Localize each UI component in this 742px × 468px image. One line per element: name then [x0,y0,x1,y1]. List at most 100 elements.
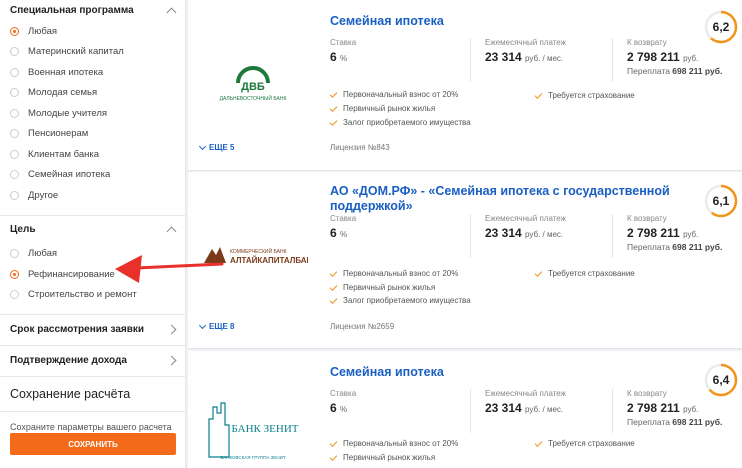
bank-logo-altaicapital[interactable]: КОММЕРЧЕСКИЙ БАНК АЛТАЙКАПИТАЛБАНК [188,238,318,274]
filter-special-program-header[interactable]: Специальная программа [0,0,185,20]
svg-text:БАНКОВСКАЯ ГРУППА ЗЕНИТ: БАНКОВСКАЯ ГРУППА ЗЕНИТ [220,455,286,460]
radio-icon [10,269,19,279]
rating-value: 6,2 [713,20,730,34]
radio-icon [10,26,19,36]
bank-logo-zenit[interactable]: БАНК ЗЕНИТ БАНКОВСКАЯ ГРУППА ЗЕНИТ [188,397,318,467]
radio-special-young-teachers[interactable]: Молодые учителя [10,103,175,124]
overpay-value: 698 211 руб. [672,242,723,252]
radio-special-family-mortgage[interactable]: Семейная ипотека [10,165,175,186]
more-offers-link[interactable]: ЕЩЕ 5 [198,142,235,152]
save-button[interactable]: Сохранить [10,433,176,455]
offer-monthly-payment: Ежемесячный платеж 23 314 руб. / мес. [485,214,566,240]
rate-unit: % [340,54,348,63]
radio-label: Пенсионерам [28,128,89,140]
bank-license: Лицензия №2659 [330,322,395,331]
feature-text: Требуется страхование [548,269,635,278]
repay-unit: руб. [683,405,699,414]
radio-goal-any[interactable]: Любая [10,244,175,265]
chevron-right-icon [166,324,177,334]
offer-total-repay: К возврату 2 798 211 руб. Переплата 698 … [627,214,722,252]
offer-rate: Ставка 6 % [330,214,356,240]
offer-rate: Ставка 6 % [330,389,356,415]
repay-value: 2 798 211 [627,401,680,415]
offer-title-link[interactable]: АО «ДОМ.РФ» - «Семейная ипотека с госуда… [330,184,690,214]
filter-review-term[interactable]: Срок рассмотрения заявки [0,315,185,343]
check-icon [329,438,338,447]
radio-label: Строительство и ремонт [28,289,137,301]
radio-label: Другое [28,189,59,201]
feature-text: Требуется страхование [548,439,635,448]
radio-label: Рефинансирование [28,268,115,280]
feature-text: Первоначальный взнос от 20% [343,439,459,448]
radio-goal-refinancing[interactable]: Рефинансирование [10,264,175,285]
radio-special-other[interactable]: Другое [10,185,175,206]
more-offers-link[interactable]: ЕЩЕ 8 [198,321,235,331]
check-icon [329,282,338,291]
bank-logo-dvb[interactable]: ДВБ ДАЛЬНЕВОСТОЧНЫЙ БАНК [188,58,318,108]
divider [470,389,471,433]
filter-income-proof[interactable]: Подтверждение дохода [0,346,185,374]
payment-unit: руб. / мес. [525,230,564,239]
feature-text: Первичный рынок жилья [343,104,436,113]
chevron-down-icon [198,321,207,329]
svg-text:БАНК ЗЕНИТ: БАНК ЗЕНИТ [232,423,299,435]
radio-special-bank-clients[interactable]: Клиентам банка [10,144,175,165]
repay-label: К возврату [627,38,667,47]
save-calculation-text: Сохраните параметры вашего расчета [10,422,172,432]
radio-goal-construction[interactable]: Строительство и ремонт [10,285,175,306]
overpay-label: Переплата [627,417,670,427]
offer-feature: Первичный рынок жилья [329,103,436,113]
check-icon [329,89,338,98]
rating-badge: 6,1 [704,184,738,218]
offer-title-link[interactable]: Семейная ипотека [330,14,690,29]
radio-special-young-family[interactable]: Молодая семья [10,83,175,104]
divider [612,389,613,433]
radio-special-pensioners[interactable]: Пенсионерам [10,124,175,145]
goal-options: Любая Рефинансирование Строительство и р… [0,244,185,306]
filter-goal-title: Цель [10,224,36,235]
radio-label: Молодые учителя [28,107,108,119]
offer-feature: Требуется страхование [534,90,635,100]
rate-unit: % [340,405,348,414]
repay-unit: руб. [683,230,699,239]
radio-icon [10,170,19,180]
radio-label: Любая [28,248,58,260]
filter-review-term-title: Срок рассмотрения заявки [10,323,145,335]
radio-icon [10,249,19,259]
divider [612,38,613,82]
rate-label: Ставка [330,214,357,223]
radio-icon [10,190,19,200]
rate-unit: % [340,230,348,239]
special-program-options: Любая Материнский капитал Военная ипотек… [0,21,185,206]
rating-value: 6,4 [713,373,730,387]
rating-badge: 6,2 [704,10,738,44]
offer-rate: Ставка 6 % [330,38,356,64]
radio-label: Любая [28,25,58,37]
offer-feature: Первичный рынок жилья [329,282,435,292]
offer-title-link[interactable]: Семейная ипотека [330,365,690,380]
feature-text: Залог приобретаемого имущества [343,118,471,127]
offer-feature: Первоначальный взнос от 20% [329,438,459,448]
check-icon [534,90,543,99]
feature-text: Требуется страхование [548,91,635,100]
feature-text: Первоначальный взнос от 20% [343,90,459,99]
radio-special-any[interactable]: Любая [10,21,175,42]
payment-label: Ежемесячный платеж [485,389,567,398]
offer-total-repay: К возврату 2 798 211 руб. Переплата 698 … [627,389,722,427]
check-icon [534,438,543,447]
radio-label: Молодая семья [28,87,98,99]
repay-value: 2 798 211 [627,226,680,240]
filter-goal-header[interactable]: Цель [0,216,185,244]
radio-special-military[interactable]: Военная ипотека [10,62,175,83]
chevron-up-icon [166,7,177,17]
offer-monthly-payment: Ежемесячный платеж 23 314 руб. / мес. [485,38,566,64]
more-label: ЕЩЕ 8 [209,322,235,331]
divider [0,411,185,412]
rating-badge: 6,4 [704,363,738,397]
radio-special-maternity-capital[interactable]: Материнский капитал [10,42,175,63]
rate-value: 6 [330,50,337,64]
repay-unit: руб. [683,54,699,63]
payment-value: 23 314 [485,50,522,64]
radio-icon [10,88,19,98]
offer-feature: Первичный рынок жилья [329,452,435,462]
